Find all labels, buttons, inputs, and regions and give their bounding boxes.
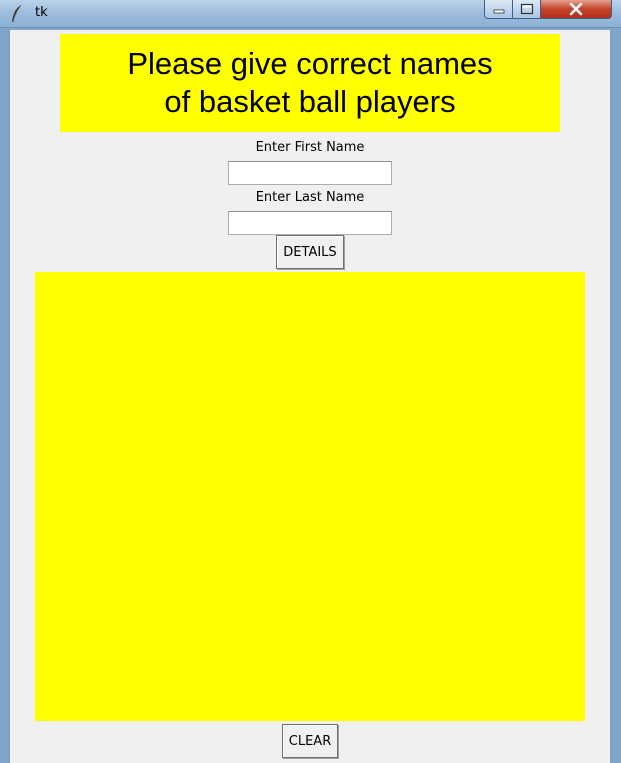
maximize-button[interactable]: [513, 0, 541, 19]
tk-feather-icon: [12, 4, 22, 23]
details-button[interactable]: DETAILS: [276, 235, 344, 269]
clear-button[interactable]: CLEAR: [282, 724, 338, 758]
close-icon: [569, 2, 583, 16]
last-name-input[interactable]: [228, 211, 392, 235]
last-name-label: Enter Last Name: [255, 190, 365, 205]
heading-line-1: Please give correct names: [127, 46, 493, 81]
maximize-icon: [520, 3, 533, 15]
heading-banner: Please give correct names of basket ball…: [60, 34, 560, 132]
first-name-input[interactable]: [228, 161, 392, 185]
heading-line-2: of basket ball players: [164, 84, 456, 119]
minimize-icon: [493, 9, 504, 14]
title-bar[interactable]: tk: [0, 0, 621, 28]
output-panel: [35, 272, 585, 721]
first-name-label: Enter First Name: [255, 140, 365, 155]
minimize-button[interactable]: [484, 0, 513, 19]
window-title: tk: [35, 5, 48, 20]
close-button[interactable]: [541, 0, 612, 19]
